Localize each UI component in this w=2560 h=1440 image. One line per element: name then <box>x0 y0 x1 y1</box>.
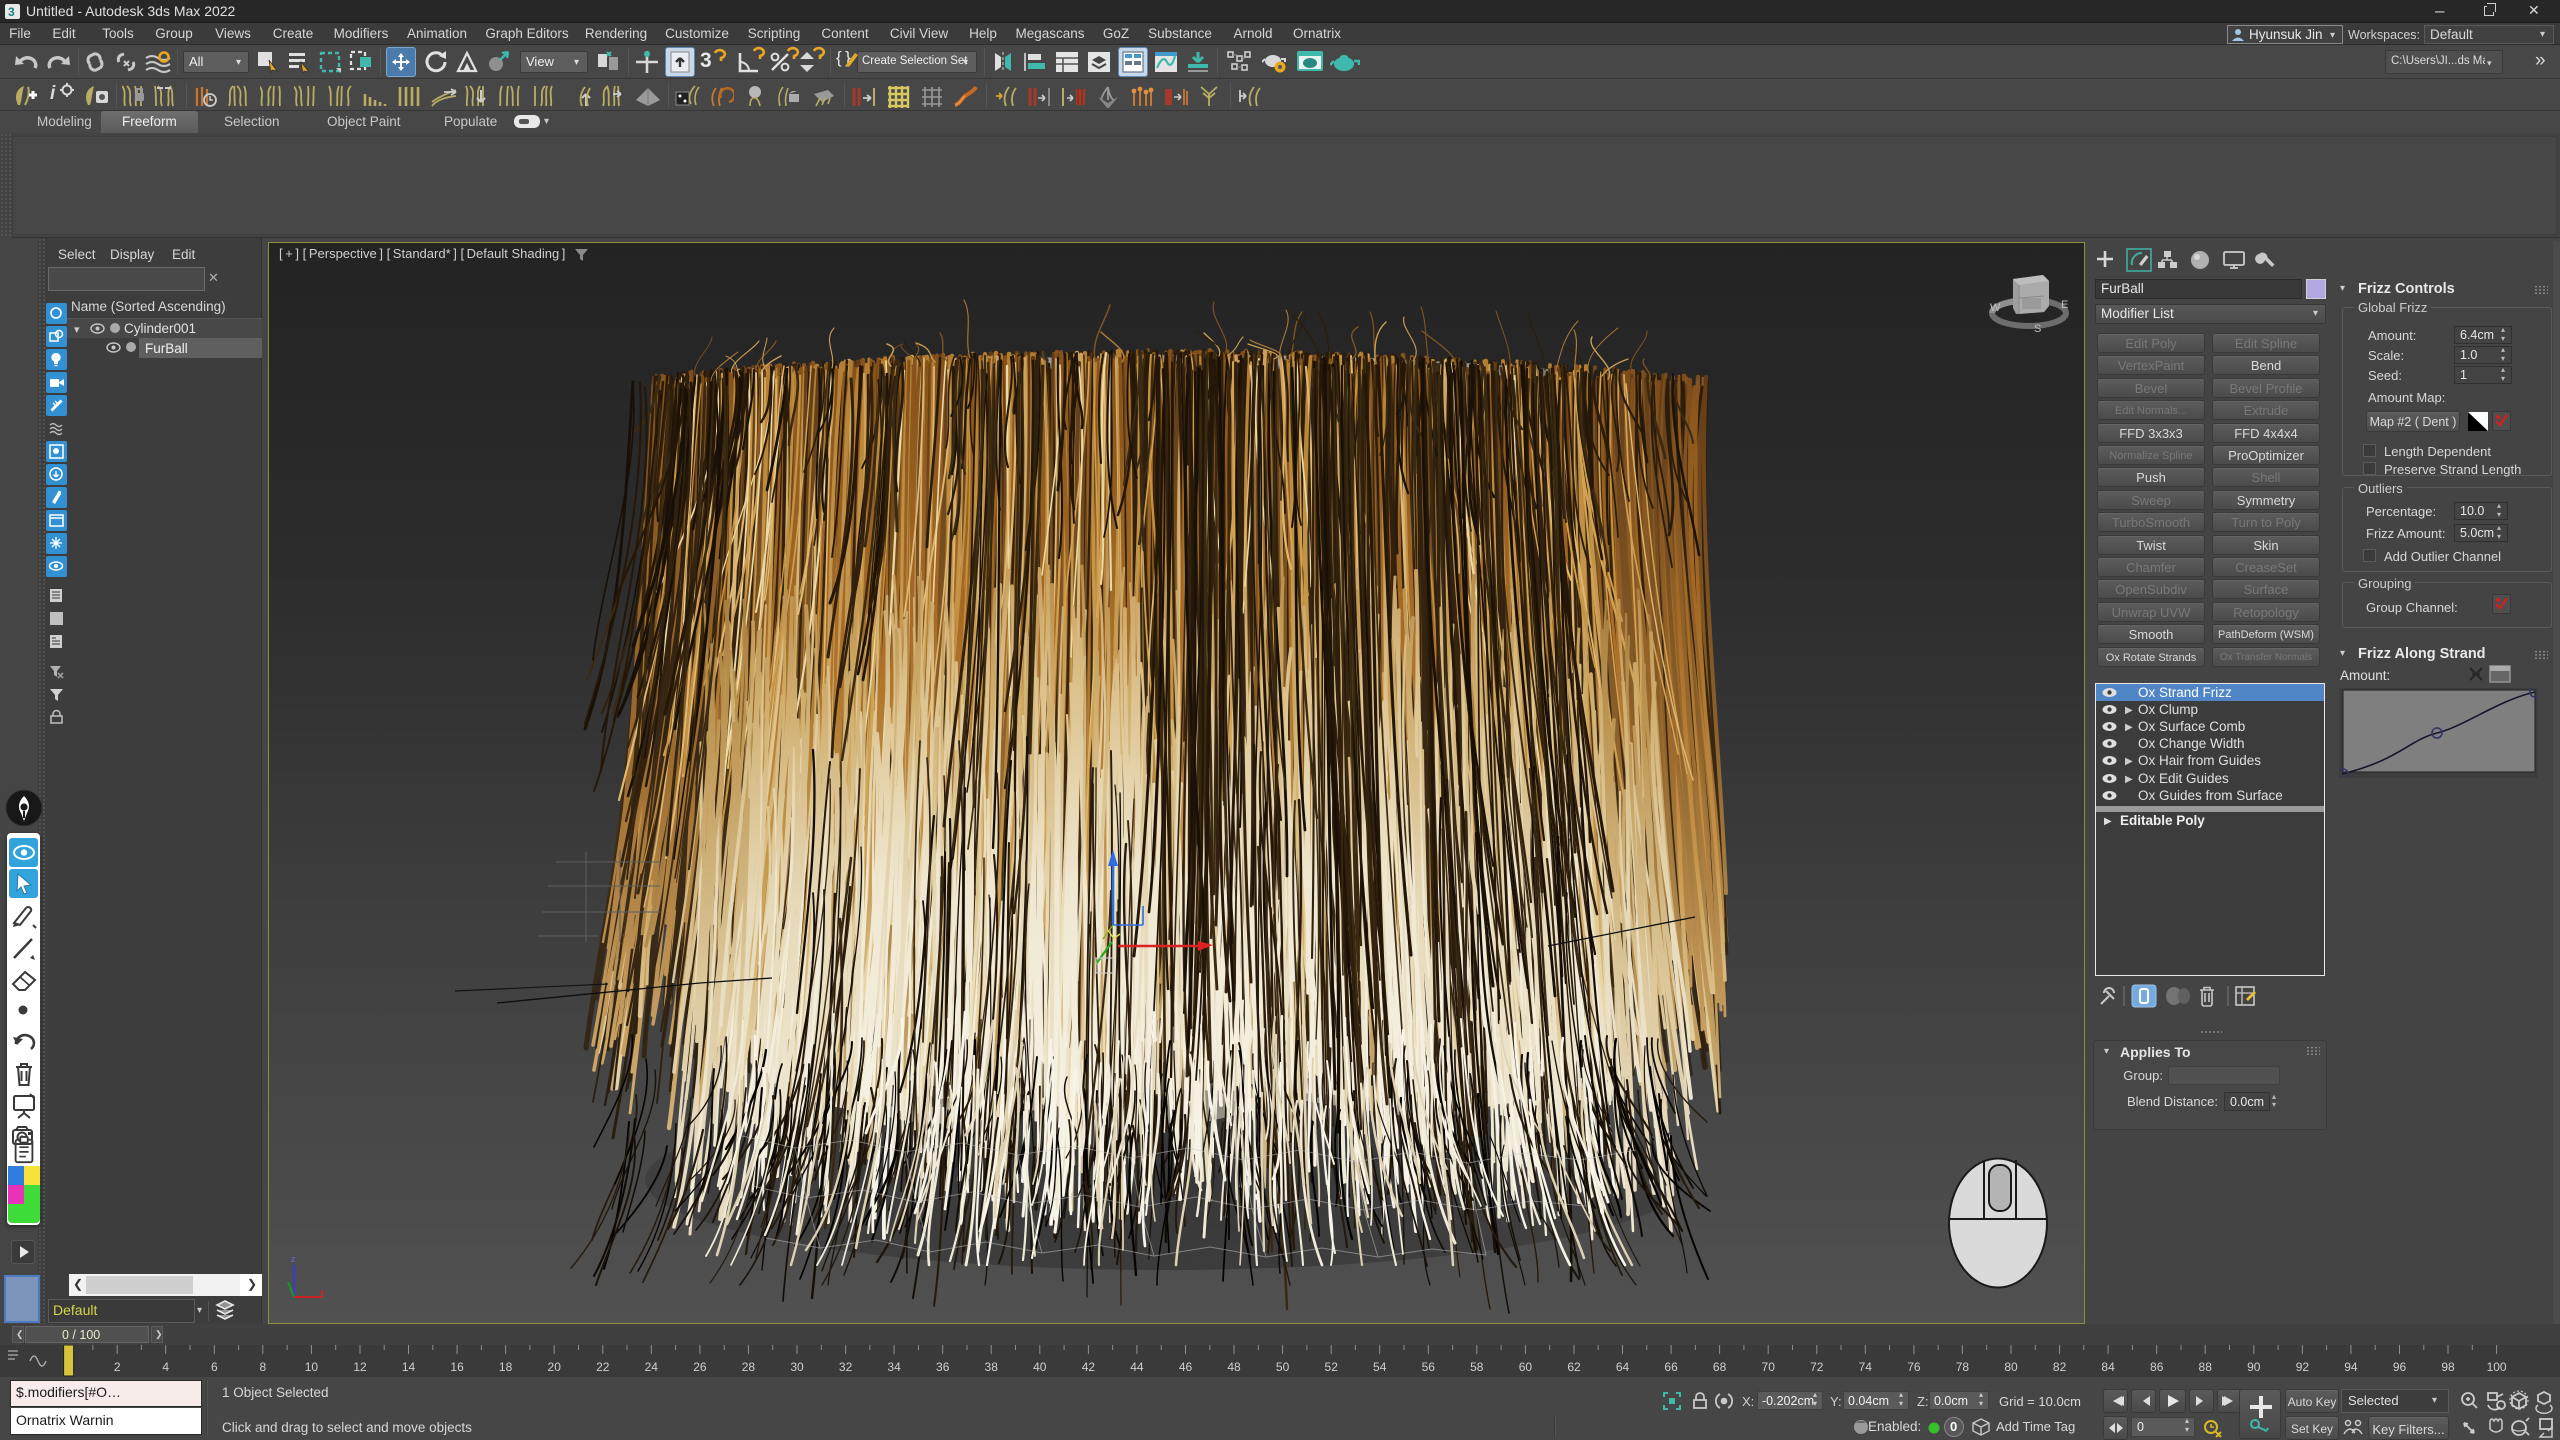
svg-text:10: 10 <box>305 1360 319 1374</box>
svg-text:100: 100 <box>2487 1360 2507 1374</box>
svg-text:70: 70 <box>1762 1360 1776 1374</box>
svg-text:44: 44 <box>1130 1360 1144 1374</box>
svg-text:14: 14 <box>402 1360 416 1374</box>
svg-text:98: 98 <box>2441 1360 2455 1374</box>
svg-text:40: 40 <box>1033 1360 1047 1374</box>
svg-text:78: 78 <box>1956 1360 1970 1374</box>
svg-text:90: 90 <box>2247 1360 2261 1374</box>
svg-text:64: 64 <box>1616 1360 1630 1374</box>
svg-text:34: 34 <box>887 1360 901 1374</box>
svg-text:32: 32 <box>839 1360 853 1374</box>
svg-text:76: 76 <box>1907 1360 1921 1374</box>
svg-text:30: 30 <box>790 1360 804 1374</box>
svg-text:28: 28 <box>742 1360 756 1374</box>
svg-text:58: 58 <box>1470 1360 1484 1374</box>
svg-text:2: 2 <box>114 1360 121 1374</box>
svg-text:84: 84 <box>2101 1360 2115 1374</box>
svg-text:92: 92 <box>2296 1360 2310 1374</box>
svg-text:54: 54 <box>1373 1360 1387 1374</box>
svg-text:42: 42 <box>1082 1360 1096 1374</box>
svg-text:12: 12 <box>353 1360 367 1374</box>
svg-text:82: 82 <box>2053 1360 2067 1374</box>
svg-text:E: E <box>2061 299 2068 311</box>
svg-text:80: 80 <box>2004 1360 2018 1374</box>
svg-text:18: 18 <box>499 1360 513 1374</box>
svg-text:22: 22 <box>596 1360 610 1374</box>
svg-text:48: 48 <box>1227 1360 1241 1374</box>
svg-text:W: W <box>1990 302 2001 314</box>
svg-text:6: 6 <box>211 1360 218 1374</box>
svg-text:4: 4 <box>162 1360 169 1374</box>
svg-text:66: 66 <box>1664 1360 1678 1374</box>
svg-text:52: 52 <box>1325 1360 1339 1374</box>
svg-text:56: 56 <box>1422 1360 1436 1374</box>
svg-text:86: 86 <box>2150 1360 2164 1374</box>
svg-text:60: 60 <box>1519 1360 1533 1374</box>
svg-text:16: 16 <box>450 1360 464 1374</box>
svg-text:62: 62 <box>1567 1360 1581 1374</box>
svg-text:36: 36 <box>936 1360 950 1374</box>
svg-text:96: 96 <box>2393 1360 2407 1374</box>
svg-text:94: 94 <box>2344 1360 2358 1374</box>
svg-text:88: 88 <box>2199 1360 2213 1374</box>
svg-text:50: 50 <box>1276 1360 1290 1374</box>
svg-text:8: 8 <box>259 1360 266 1374</box>
svg-text:74: 74 <box>1859 1360 1873 1374</box>
svg-text:24: 24 <box>645 1360 659 1374</box>
svg-text:S: S <box>2034 323 2041 335</box>
svg-text:68: 68 <box>1713 1360 1727 1374</box>
svg-text:z: z <box>291 1254 296 1264</box>
svg-text:20: 20 <box>548 1360 562 1374</box>
svg-text:46: 46 <box>1179 1360 1193 1374</box>
svg-text:26: 26 <box>693 1360 707 1374</box>
svg-text:38: 38 <box>985 1360 999 1374</box>
svg-text:72: 72 <box>1810 1360 1824 1374</box>
